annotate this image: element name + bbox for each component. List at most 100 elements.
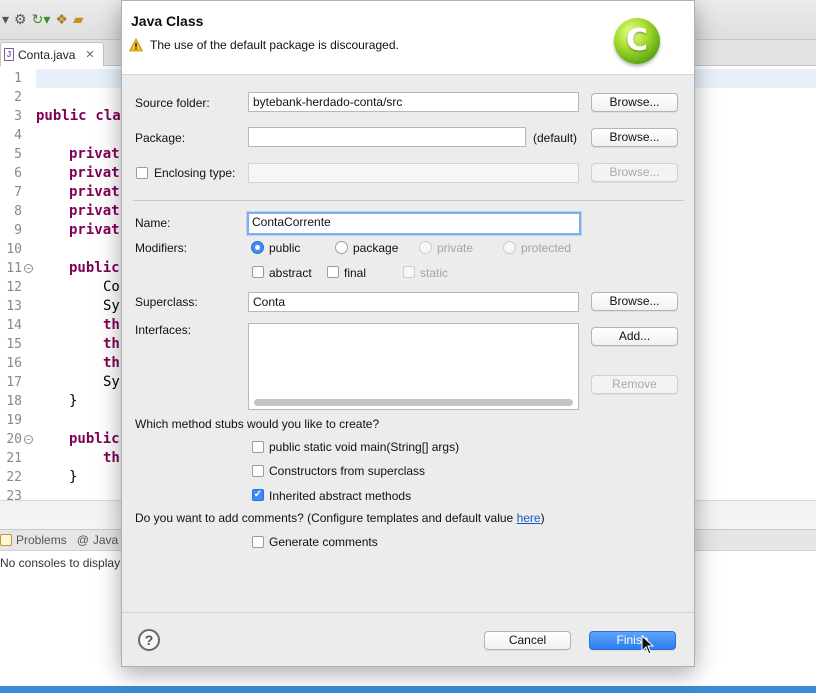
stub-constructors-label: Constructors from superclass	[269, 464, 426, 478]
enclosing-type-field[interactable]	[248, 163, 579, 183]
line-number: 12	[6, 280, 22, 295]
close-tab-icon[interactable]: ✕	[85, 48, 94, 61]
open-type-icon[interactable]: ❖	[55, 11, 68, 28]
editor-tab-conta[interactable]: J Conta.java ✕	[0, 42, 104, 66]
generate-comments-checkbox[interactable]	[252, 536, 264, 548]
modifier-public-label: public	[269, 241, 301, 255]
code-token: }	[69, 393, 78, 409]
line-number: 6	[14, 166, 22, 181]
comments-question: Do you want to add comments? (Configure …	[135, 511, 545, 525]
line-number: 13	[6, 299, 22, 314]
section-divider	[133, 200, 684, 201]
interfaces-list[interactable]	[248, 323, 579, 410]
comments-question-text: Do you want to add comments? (Configure …	[135, 511, 517, 525]
modifier-abstract-checkbox[interactable]	[252, 266, 264, 278]
generate-comments-label: Generate comments	[269, 535, 378, 549]
modifier-final-checkbox[interactable]	[327, 266, 339, 278]
modifier-final-label: final	[344, 266, 367, 280]
code-token: privat	[69, 184, 120, 200]
enclosing-type-label: Enclosing type:	[154, 166, 236, 180]
configure-templates-link[interactable]: here	[517, 511, 541, 525]
code-token: public	[36, 108, 87, 124]
stub-main-checkbox[interactable]	[252, 441, 264, 453]
line-number: 5	[14, 147, 22, 162]
interfaces-list-scrollbar[interactable]	[254, 399, 573, 406]
stub-constructors-checkbox[interactable]	[252, 465, 264, 477]
line-number: 19	[6, 413, 22, 428]
stub-inherited-checkbox[interactable]: ✓	[252, 489, 264, 501]
footer-divider	[122, 612, 694, 613]
code-token: th	[103, 450, 120, 466]
line-number: 20	[6, 432, 22, 447]
enclosing-type-browse-button[interactable]: Browse...	[591, 163, 678, 182]
dialog-message: The use of the default package is discou…	[150, 38, 399, 52]
modifier-static-checkbox[interactable]	[403, 266, 415, 278]
line-number: 9	[14, 223, 22, 238]
code-token: Sy	[103, 298, 120, 314]
superclass-label: Superclass:	[135, 295, 198, 309]
code-token: Co	[103, 279, 120, 295]
code-token: Sy	[103, 374, 120, 390]
warning-icon	[129, 38, 143, 52]
name-label: Name:	[135, 216, 171, 230]
modifier-abstract-label: abstract	[269, 266, 312, 280]
package-field[interactable]	[248, 127, 526, 147]
modifier-protected-label: protected	[521, 241, 572, 255]
cancel-button[interactable]: Cancel	[484, 631, 571, 650]
modifier-private-label: private	[437, 241, 474, 255]
package-default-hint: (default)	[533, 131, 578, 145]
superclass-browse-button[interactable]: Browse...	[591, 292, 678, 311]
line-number: 7	[14, 185, 22, 200]
code-token: th	[103, 355, 120, 371]
stub-main-label: public static void main(String[] args)	[269, 440, 460, 454]
folder-icon[interactable]: ▰	[73, 11, 84, 28]
stub-inherited-label: Inherited abstract methods	[269, 489, 412, 503]
method-stubs-question: Which method stubs would you like to cre…	[135, 417, 380, 431]
java-file-icon: J	[4, 48, 14, 61]
fold-toggle-icon[interactable]: −	[24, 435, 33, 444]
dialog-header: Java Class The use of the default packag…	[122, 1, 694, 75]
line-number: 16	[6, 356, 22, 371]
add-interface-button[interactable]: Add...	[591, 327, 678, 346]
help-icon[interactable]: ?	[138, 629, 160, 651]
status-strip	[0, 686, 816, 693]
package-browse-button[interactable]: Browse...	[591, 128, 678, 147]
line-number: 3	[14, 109, 22, 124]
toolbar-icons: ▾ ⚙ ↻▾ ❖ ▰	[2, 11, 84, 28]
class-name-field[interactable]: ContaCorrente	[247, 212, 581, 235]
dialog-title: Java Class	[131, 13, 204, 29]
tab-problems[interactable]: Problems	[0, 533, 67, 547]
code-token: privat	[69, 146, 120, 162]
modifier-private-radio[interactable]	[419, 241, 432, 254]
superclass-field[interactable]: Conta	[248, 292, 579, 312]
refresh-icon[interactable]: ↻▾	[32, 11, 51, 28]
line-number: 11	[6, 261, 22, 276]
enclosing-type-checkbox[interactable]	[136, 167, 148, 179]
tab-javadoc[interactable]: @ Java	[77, 533, 119, 547]
java-class-wizard-icon: C	[614, 18, 660, 64]
code-token: privat	[69, 165, 120, 181]
console-message: No consoles to display	[0, 556, 121, 570]
javadoc-icon: @	[76, 533, 89, 547]
line-number: 18	[6, 394, 22, 409]
source-folder-field[interactable]: bytebank-herdado-conta/src	[248, 92, 579, 112]
finish-button[interactable]: Finish	[589, 631, 676, 650]
code-token: public	[69, 260, 120, 276]
dropdown-arrow-icon[interactable]: ▾	[2, 11, 9, 28]
comments-question-close: )	[540, 511, 545, 525]
code-token: th	[103, 317, 120, 333]
remove-interface-button[interactable]: Remove	[591, 375, 678, 394]
build-icon[interactable]: ⚙	[14, 11, 27, 28]
code-token: privat	[69, 222, 120, 238]
line-number: 1	[14, 71, 22, 86]
problems-icon	[0, 534, 12, 546]
modifier-package-radio[interactable]	[335, 241, 348, 254]
source-folder-browse-button[interactable]: Browse...	[591, 93, 678, 112]
fold-toggle-icon[interactable]: −	[24, 264, 33, 273]
source-folder-label: Source folder:	[135, 96, 210, 110]
line-number: 21	[6, 451, 22, 466]
modifier-public-radio[interactable]	[251, 241, 264, 254]
interfaces-label: Interfaces:	[135, 323, 192, 337]
package-label: Package:	[135, 131, 186, 145]
modifier-protected-radio[interactable]	[503, 241, 516, 254]
